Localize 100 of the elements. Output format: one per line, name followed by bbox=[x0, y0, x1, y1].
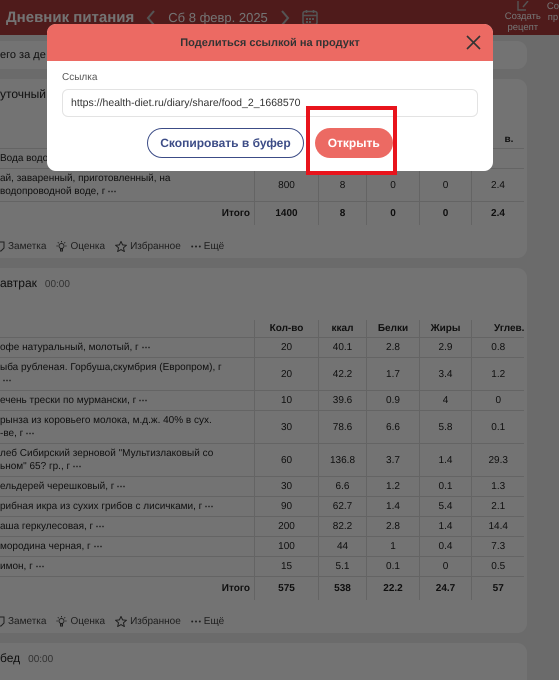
action-link[interactable]: Оценка bbox=[56, 241, 106, 252]
total-cell: 8 bbox=[340, 208, 346, 219]
star-icon[interactable] bbox=[115, 241, 128, 252]
table-cell: 1.2 bbox=[386, 481, 400, 492]
action-link[interactable]: Заметка bbox=[0, 616, 46, 627]
more-icon[interactable] bbox=[190, 620, 201, 623]
action-link[interactable]: Избранное bbox=[115, 241, 181, 252]
total-label: Итого bbox=[222, 208, 250, 219]
food-name[interactable]: аша геркулесовая, г bbox=[0, 520, 104, 533]
more-icon[interactable] bbox=[26, 432, 34, 435]
total-cell: 22.2 bbox=[383, 583, 403, 594]
food-name[interactable]: ельдерей черешковый, г bbox=[0, 480, 126, 493]
food-name[interactable]: имон, г bbox=[0, 560, 44, 573]
food-name[interactable]: ыба рубленая. Горбуша,скумбрия (Европром), г bbox=[0, 361, 222, 387]
table-cell: 90 bbox=[280, 501, 292, 512]
more-icon[interactable] bbox=[108, 190, 116, 193]
table-cell: 42.2 bbox=[332, 368, 352, 380]
food-name[interactable]: ай, заваренный, приготовленный, на водопроводной воде, г bbox=[0, 172, 170, 198]
table-cell: 14.4 bbox=[488, 521, 508, 532]
table-cell: 2.9 bbox=[438, 342, 452, 353]
table-cell: 30 bbox=[280, 422, 292, 432]
table-cell: 39.6 bbox=[332, 395, 352, 406]
action-link[interactable]: Ещё bbox=[190, 241, 224, 252]
table-cell: 7.3 bbox=[491, 541, 506, 552]
more-icon[interactable] bbox=[73, 464, 82, 468]
column-header: ккал bbox=[332, 323, 354, 334]
action-link[interactable]: Избранное bbox=[115, 616, 181, 627]
table-cell: 800 bbox=[278, 180, 295, 190]
table-cell: 0 bbox=[390, 180, 396, 190]
food-name[interactable]: мородина черная, г bbox=[0, 540, 102, 553]
food-name[interactable]: леб Сибирский зерновой "Мультизлаковый со ьном" 65? гр., г bbox=[0, 447, 214, 473]
create-button[interactable]: Создать рецепт bbox=[504, 11, 541, 33]
more-icon[interactable] bbox=[3, 378, 11, 382]
more-icon[interactable] bbox=[36, 564, 44, 568]
food-name[interactable]: ечень трески по мурмански, г bbox=[0, 394, 148, 407]
table-cell: 1.4 bbox=[386, 501, 400, 512]
action-link[interactable]: Оценка bbox=[56, 616, 106, 627]
lightbulb-icon[interactable] bbox=[56, 241, 68, 252]
column-header: в. bbox=[504, 134, 514, 145]
food-name[interactable]: рынза из коровьего молока, м.д.ж. 40% в сух. -ве, г bbox=[0, 414, 212, 440]
table-cell: 5.4 bbox=[438, 501, 452, 512]
total-cell: 0 bbox=[442, 208, 448, 219]
more-icon[interactable] bbox=[117, 484, 126, 488]
create-button[interactable]: Со пр bbox=[546, 1, 559, 23]
star-icon[interactable] bbox=[115, 616, 128, 627]
more-icon[interactable] bbox=[139, 398, 148, 402]
recipe-icon[interactable] bbox=[514, 1, 531, 11]
table-cell: 0.8 bbox=[491, 342, 506, 353]
table-cell: 30 bbox=[280, 481, 292, 492]
column-header: Жиры bbox=[430, 323, 460, 334]
table-cell: 0.1 bbox=[438, 481, 452, 492]
table-cell: 8 bbox=[340, 180, 346, 190]
food-name[interactable]: офе натуральный, молотый, г bbox=[0, 341, 150, 354]
copy-button[interactable]: Скопировать в буфер bbox=[147, 128, 304, 158]
date-label[interactable]: Сб 8 февр. 2025 bbox=[168, 10, 268, 25]
calendar-icon[interactable] bbox=[302, 9, 318, 26]
table-cell: 20 bbox=[280, 368, 292, 380]
more-icon[interactable] bbox=[142, 346, 150, 349]
table-cell: 136.8 bbox=[330, 454, 356, 466]
table-cell: 1.7 bbox=[386, 368, 400, 380]
more-icon[interactable] bbox=[96, 524, 104, 528]
link-field[interactable]: https://health-diet.ru/diary/share/food_2_1668570 bbox=[62, 89, 478, 117]
total-cell: 575 bbox=[278, 583, 295, 594]
total-cell: 538 bbox=[334, 583, 351, 594]
lightbulb-icon[interactable] bbox=[56, 616, 68, 627]
total-cell: 0 bbox=[390, 208, 396, 219]
total-label: Итого bbox=[222, 583, 250, 594]
table-cell: 1.3 bbox=[491, 481, 506, 492]
page-title: Дневник питания bbox=[6, 9, 134, 26]
more-icon[interactable] bbox=[205, 504, 214, 508]
table-cell: 1.4 bbox=[438, 454, 452, 466]
open-button[interactable]: Открыть bbox=[314, 128, 393, 158]
table-cell: 200 bbox=[278, 521, 295, 532]
previous-icon[interactable] bbox=[146, 10, 156, 26]
table-cell: 15 bbox=[280, 561, 292, 572]
table-cell: 60 bbox=[280, 454, 292, 466]
action-link[interactable]: Заметка bbox=[0, 241, 46, 252]
close-icon[interactable] bbox=[466, 35, 481, 50]
table-cell: 0.1 bbox=[491, 422, 506, 432]
column-header: Углев. bbox=[493, 323, 524, 334]
action-link[interactable]: Ещё bbox=[190, 616, 224, 627]
table-cell: 2.1 bbox=[491, 501, 506, 512]
next-icon[interactable] bbox=[280, 10, 290, 26]
table-cell: 0.5 bbox=[491, 561, 506, 572]
table-cell: 100 bbox=[278, 541, 295, 552]
table-cell: 6.6 bbox=[336, 481, 350, 492]
table-cell: 1 bbox=[390, 541, 396, 552]
meal-title: автрак bbox=[0, 276, 37, 290]
table-cell: 40.1 bbox=[332, 342, 352, 353]
meal-title: уточный bbox=[0, 87, 46, 101]
table-cell: 3.4 bbox=[438, 368, 452, 380]
total-cell: 57 bbox=[492, 583, 504, 594]
table-cell: 1.4 bbox=[438, 521, 452, 532]
food-name[interactable]: рибная икра из сухих грибов с лисичками, г bbox=[0, 500, 214, 513]
table-cell: 20 bbox=[280, 342, 292, 353]
more-icon[interactable] bbox=[94, 544, 102, 548]
more-icon[interactable] bbox=[190, 245, 201, 248]
meal-time: 00:00 bbox=[44, 279, 70, 290]
table-cell: 4 bbox=[442, 395, 448, 406]
table-cell: 0.1 bbox=[386, 561, 400, 572]
